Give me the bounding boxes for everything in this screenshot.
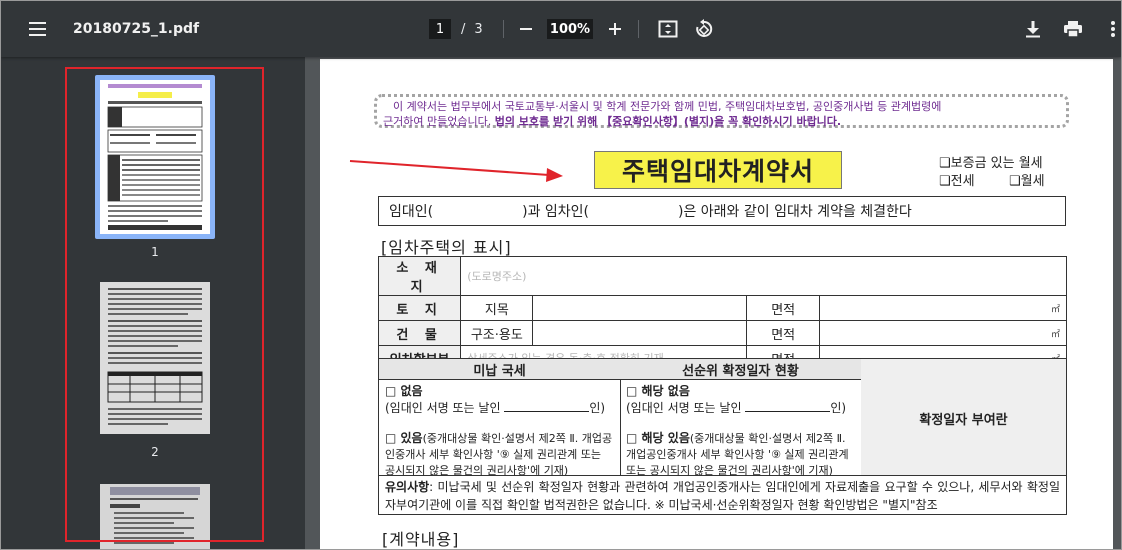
priority-date-header: 선순위 확정일자 현황 bbox=[620, 359, 861, 380]
tax-none-sign-end: 인) bbox=[589, 401, 606, 415]
property-table: 소 재 지 (도로명주소) 토 지 지목 면적 ㎡ 건 물 구조·용도 면적 ㎡… bbox=[377, 256, 1067, 371]
building-label: 건 물 bbox=[377, 320, 462, 346]
tax-priority-section: 미납 국세 □ 없음 (임대인 서명 또는 날인 인) □ 있음(중개대상물 확… bbox=[378, 358, 1067, 477]
unpaid-tax-column: 미납 국세 □ 없음 (임대인 서명 또는 날인 인) □ 있음(중개대상물 확… bbox=[379, 359, 621, 477]
priority-none-checkbox[interactable]: □ 해당 없음 bbox=[626, 383, 855, 399]
rotate-icon[interactable] bbox=[692, 17, 716, 41]
section-property-title: [임차주택의 표시] bbox=[381, 238, 512, 257]
location-label: 소 재 지 bbox=[377, 256, 462, 296]
parties-intro: 임대인( )과 임차인( )은 아래와 같이 임대차 계약을 체결한다 bbox=[378, 196, 1066, 226]
unit-label: ㎡ bbox=[1050, 329, 1060, 340]
toolbar-divider bbox=[503, 20, 504, 38]
zoom-out-icon[interactable] bbox=[514, 17, 538, 41]
option-deposit-monthly[interactable]: ❑보증금 있는 월세 bbox=[939, 152, 1043, 171]
confirm-date-label: 확정일자 부여란 bbox=[919, 413, 1008, 428]
parties-intro-text: 임대인( )과 임차인( )은 아래와 같이 임대차 계약을 체결한다 bbox=[389, 204, 912, 220]
current-page-input[interactable]: 1 bbox=[429, 19, 451, 39]
confirm-date-column: 확정일자 부여란 bbox=[861, 359, 1066, 475]
priority-none-sign-end: 인) bbox=[830, 401, 847, 415]
tax-none-sign-text: (임대인 서명 또는 날인 bbox=[385, 401, 501, 415]
signature-line[interactable] bbox=[745, 400, 831, 412]
table-row: 소 재 지 (도로명주소) bbox=[377, 256, 1067, 296]
option-monthly[interactable]: ❑월세 bbox=[1009, 170, 1045, 189]
option-jeonse[interactable]: ❑전세 bbox=[939, 170, 975, 189]
page-navigator: 1 / 3 bbox=[429, 1, 483, 57]
building-structure-field[interactable] bbox=[532, 320, 748, 346]
caution-label: 유의사항 bbox=[385, 480, 430, 494]
location-field[interactable]: (도로명주소) bbox=[460, 256, 1067, 296]
fit-page-icon[interactable] bbox=[656, 17, 680, 41]
building-structure-label: 구조·용도 bbox=[460, 320, 534, 346]
print-icon[interactable] bbox=[1061, 17, 1085, 41]
priority-none-sign-text: (임대인 서명 또는 날인 bbox=[626, 401, 742, 415]
land-label: 토 지 bbox=[377, 295, 462, 321]
land-area-label: 면적 bbox=[746, 295, 821, 321]
notice-line-2-bold: 법의 보호를 받기 위해 【중요확인사항】(별지)을 꼭 확인하시기 바랍니다. bbox=[494, 115, 842, 128]
zoom-control: 100% bbox=[547, 1, 593, 57]
land-category-field[interactable] bbox=[532, 295, 748, 321]
location-placeholder: (도로명주소) bbox=[467, 270, 527, 283]
priority-date-column: 선순위 확정일자 현황 □ 해당 없음 (임대인 서명 또는 날인 인) □ 해… bbox=[620, 359, 862, 477]
contract-title: 주택임대차계약서 bbox=[594, 151, 842, 189]
land-category-label: 지목 bbox=[460, 295, 534, 321]
notice-line-2-plain: 근거하여 만들었습니다. bbox=[383, 115, 492, 128]
zoom-level-input[interactable]: 100% bbox=[547, 19, 593, 39]
tax-none-sign: (임대인 서명 또는 날인 인) bbox=[385, 400, 614, 416]
red-arrow-annotation bbox=[349, 160, 563, 182]
building-area-label: 면적 bbox=[746, 320, 821, 346]
file-title: 20180725_1.pdf bbox=[73, 21, 200, 37]
thumbnails-highlight-box bbox=[65, 67, 264, 542]
caution-text: : 미납국세 및 선순위 확정일자 현황과 관련하여 개업공인중개사는 임대인에… bbox=[385, 480, 1060, 512]
unit-label: ㎡ bbox=[1050, 304, 1060, 315]
total-pages: 3 bbox=[474, 21, 483, 37]
priority-exists-checkbox[interactable]: □ 해당 있음 bbox=[626, 431, 690, 445]
page-separator: / bbox=[461, 21, 466, 37]
download-icon[interactable] bbox=[1021, 17, 1045, 41]
priority-exists-block: □ 해당 있음(중개대상물 확인·설명서 제2쪽 Ⅱ. 개업공인중개사 세부 확… bbox=[626, 430, 855, 479]
table-row: 토 지 지목 면적 ㎡ bbox=[377, 295, 1067, 321]
building-area-field[interactable]: ㎡ bbox=[819, 320, 1067, 346]
legal-notice-box: 이 계약서는 법무부에서 국토교통부·서울시 및 학계 전문가와 함께 민법, … bbox=[374, 94, 1069, 128]
more-icon[interactable] bbox=[1101, 17, 1121, 41]
priority-none-sign: (임대인 서명 또는 날인 인) bbox=[626, 400, 855, 416]
land-area-field[interactable]: ㎡ bbox=[819, 295, 1067, 321]
tax-exists-block: □ 있음(중개대상물 확인·설명서 제2쪽 Ⅱ. 개업공인중개사 세부 확인사항… bbox=[385, 430, 614, 479]
zoom-in-icon[interactable] bbox=[603, 17, 627, 41]
table-row: 건 물 구조·용도 면적 ㎡ bbox=[377, 320, 1067, 346]
signature-line[interactable] bbox=[504, 400, 590, 412]
caution-box: 유의사항: 미납국세 및 선순위 확정일자 현황과 관련하여 개업공인중개사는 … bbox=[378, 476, 1067, 515]
toolbar-divider bbox=[638, 20, 639, 38]
notice-line-1: 이 계약서는 법무부에서 국토교통부·서울시 및 학계 전문가와 함께 민법, … bbox=[393, 100, 942, 113]
viewer-toolbar: 20180725_1.pdf 1 / 3 100% bbox=[1, 1, 1121, 57]
section-contract-title: [계약내용] bbox=[382, 530, 460, 549]
tax-exists-checkbox[interactable]: □ 있음 bbox=[385, 431, 423, 445]
menu-icon[interactable] bbox=[28, 1, 50, 57]
tax-none-checkbox[interactable]: □ 없음 bbox=[385, 383, 614, 399]
pdf-viewer-window: 20180725_1.pdf 1 / 3 100% 1 2 이 계약서는 법무부… bbox=[0, 0, 1122, 550]
unpaid-tax-header: 미납 국세 bbox=[379, 359, 620, 380]
